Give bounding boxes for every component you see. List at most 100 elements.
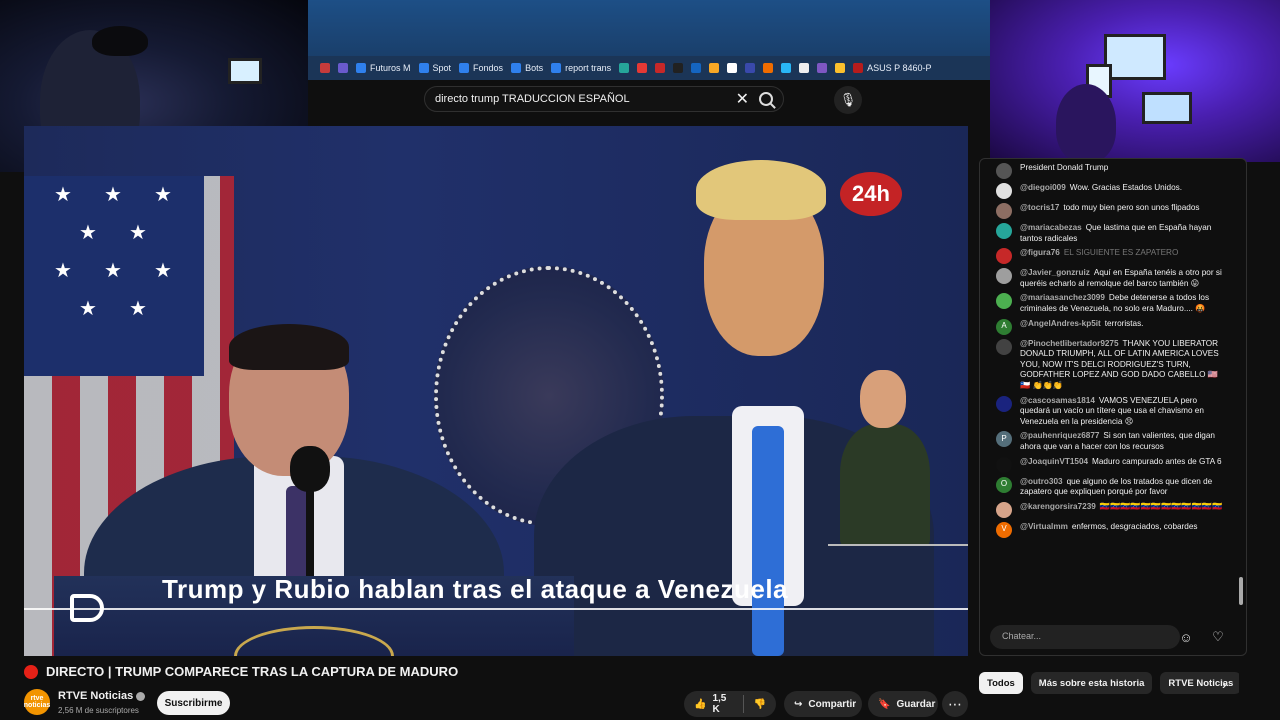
bookmark-favicon-icon (853, 63, 864, 73)
video-player[interactable]: ★ ★ ★ ★ ★ ★ ★ ★ ★ ★ 24h Trump y Rubio ha… (24, 126, 968, 656)
like-count[interactable]: 1,5 K (712, 693, 732, 715)
chat-avatar[interactable]: P (996, 431, 1012, 448)
chat-author[interactable]: @mariaasanchez3099 (1020, 293, 1105, 302)
chat-avatar[interactable] (996, 163, 1012, 179)
bookmark-item[interactable] (817, 63, 828, 73)
chat-avatar[interactable] (996, 293, 1012, 310)
chat-author[interactable]: @JoaquinVT1504 (1020, 457, 1088, 466)
chip[interactable]: RTVE Noticias (1160, 672, 1239, 694)
chat-avatar[interactable] (996, 183, 1012, 199)
bookmark-item[interactable] (637, 63, 648, 73)
heart-icon[interactable]: ♡ (1208, 627, 1228, 647)
close-icon[interactable]: ✕ (736, 89, 749, 109)
chat-message[interactable]: A @AngelAndres-kp5it terroristas. (980, 317, 1236, 337)
chat-scrollbar[interactable] (1238, 161, 1244, 615)
bookmark-item[interactable] (673, 63, 684, 73)
chat-author[interactable]: @AngelAndres-kp5it (1020, 319, 1101, 328)
chat-author[interactable]: @Javier_gonzruiz (1020, 268, 1090, 277)
chat-message[interactable]: @Pinochetlibertador9275 THANK YOU LIBERAT… (980, 337, 1236, 394)
chat-avatar[interactable] (996, 203, 1012, 219)
bookmark-item[interactable] (655, 63, 666, 73)
bookmark-item[interactable] (781, 63, 792, 73)
browser-tab-area (308, 0, 990, 56)
chat-scrollbar-thumb[interactable] (1239, 577, 1243, 605)
chat-message-body: @mariacabezas Que lastima que en España h… (1020, 223, 1226, 244)
bookmark-item[interactable] (691, 63, 702, 73)
chevron-right-icon[interactable]: › (1222, 676, 1227, 692)
chat-message[interactable]: @diegoi009 Wow. Gracias Estados Unidos. (980, 181, 1236, 201)
bookmark-item[interactable] (835, 63, 846, 73)
chat-text: EL SIGUIENTE ES ZAPATERO (1063, 248, 1179, 258)
channel-name-text[interactable]: RTVE Noticias (58, 690, 133, 702)
background-monitor (1104, 34, 1166, 80)
bookmark-item[interactable]: Bots (511, 63, 543, 73)
chat-avatar[interactable] (996, 338, 1012, 355)
chat-avatar[interactable]: A (996, 318, 1012, 335)
chip[interactable]: Más sobre esta historia (1030, 672, 1153, 694)
chat-message[interactable]: @tocris17 todo muy bien pero son unos fli… (980, 201, 1236, 221)
chat-message[interactable]: @figura76 EL SIGUIENTE ES ZAPATERO (980, 246, 1236, 266)
chat-message[interactable]: @karengorsira7239 🇻🇪🇻🇪🇻🇪🇻🇪🇻🇪🇻🇪🇻🇪🇻🇪🇻🇪🇻🇪🇻🇪🇻… (980, 500, 1236, 520)
chat-message[interactable]: @mariaasanchez3099 Debe detenerse a todos… (980, 291, 1236, 316)
chat-avatar[interactable] (996, 456, 1012, 473)
share-button[interactable]: ↪ Compartir (784, 691, 862, 717)
chat-message[interactable]: @JoaquinVT1504 Maduro campurado antes de … (980, 455, 1236, 475)
bookmark-item[interactable]: Futuros M (356, 63, 411, 73)
bookmark-item[interactable] (745, 63, 756, 73)
chat-author[interactable]: @mariacabezas (1020, 223, 1082, 232)
channel-avatar[interactable]: rtve noticias (24, 689, 50, 715)
chat-input[interactable]: Chatear... (990, 625, 1180, 649)
chat-author[interactable]: @Virtualmm (1020, 522, 1068, 531)
chip[interactable]: Todos (979, 672, 1023, 694)
chat-message-body: @AngelAndres-kp5it terroristas. (1020, 319, 1143, 335)
chat-message[interactable]: @Javier_gonzruiz Aquí en España tenéis a … (980, 266, 1236, 291)
bookmark-item[interactable]: Fondos (459, 63, 503, 73)
chat-author[interactable]: @Pinochetlibertador9275 (1020, 339, 1119, 348)
subscribe-button[interactable]: Suscribirme (157, 691, 230, 715)
channel-name[interactable]: RTVE Noticias (58, 690, 146, 702)
bookmark-item[interactable]: ASUS P 8460-P (853, 63, 931, 73)
thumbs-up-icon[interactable]: 👍 (694, 699, 706, 710)
chat-message[interactable]: President Donald Trump (980, 161, 1236, 181)
chat-avatar[interactable] (996, 501, 1012, 518)
chat-message[interactable]: O @outro303 que alguno de los tratados que… (980, 475, 1236, 500)
bookmark-item[interactable] (763, 63, 774, 73)
emoji-icon[interactable]: ☺ (1176, 627, 1196, 647)
chat-avatar[interactable]: V (996, 521, 1012, 538)
save-button[interactable]: 🔖 Guardar (868, 691, 938, 717)
bookmark-item[interactable] (799, 63, 810, 73)
bookmark-item[interactable] (727, 63, 738, 73)
chat-message[interactable]: @cascosamas1814 VAMOS VENEZUELA pero qued… (980, 394, 1236, 430)
chat-message[interactable]: @mariacabezas Que lastima que en España h… (980, 221, 1236, 246)
bookmark-item[interactable] (338, 63, 348, 73)
chat-author[interactable]: @karengorsira7239 (1020, 502, 1096, 511)
bookmark-item[interactable] (619, 63, 630, 73)
chat-message-body: @JoaquinVT1504 Maduro campurado antes de … (1020, 457, 1222, 473)
thumbs-down-icon[interactable]: 👎 (754, 699, 766, 710)
bookmark-item[interactable]: report trans (551, 63, 611, 73)
chat-author[interactable]: @tocris17 (1020, 203, 1059, 212)
bookmark-item[interactable] (320, 63, 330, 73)
chat-avatar[interactable] (996, 223, 1012, 239)
search-icon[interactable] (759, 92, 773, 106)
bookmark-item[interactable]: Spot (418, 63, 451, 73)
chat-message[interactable]: P @pauhenriquez6877 Si son tan valientes, … (980, 429, 1236, 454)
chat-avatar[interactable] (996, 268, 1012, 285)
bookmark-item[interactable] (709, 63, 720, 73)
chat-author[interactable]: @pauhenriquez6877 (1020, 431, 1099, 440)
search-input[interactable]: directo trump TRADUCCION ESPAÑOL (435, 93, 736, 105)
chat-author[interactable]: @diegoi009 (1020, 183, 1066, 192)
chat-avatar[interactable] (996, 395, 1012, 412)
bookmark-favicon-icon (356, 63, 366, 73)
more-options-icon[interactable]: ⋯ (942, 691, 968, 717)
chat-avatar[interactable]: O (996, 476, 1012, 493)
chat-author[interactable]: @outro303 (1020, 477, 1063, 486)
chat-author[interactable]: @figura76 (1020, 248, 1060, 257)
chat-author[interactable]: @cascosamas1814 (1020, 396, 1095, 405)
chat-messages[interactable]: President Donald Trump @diegoi009 Wow. Gra… (980, 159, 1236, 615)
bookmark-label: ASUS P 8460-P (867, 63, 932, 73)
chat-message[interactable]: V @Virtualmm enfermos, desgraciados, cobar… (980, 520, 1236, 540)
microphone-icon[interactable]: 🎙 (834, 86, 862, 114)
chat-avatar[interactable] (996, 248, 1012, 265)
search-box[interactable]: directo trump TRADUCCION ESPAÑOL ✕ (424, 86, 784, 112)
